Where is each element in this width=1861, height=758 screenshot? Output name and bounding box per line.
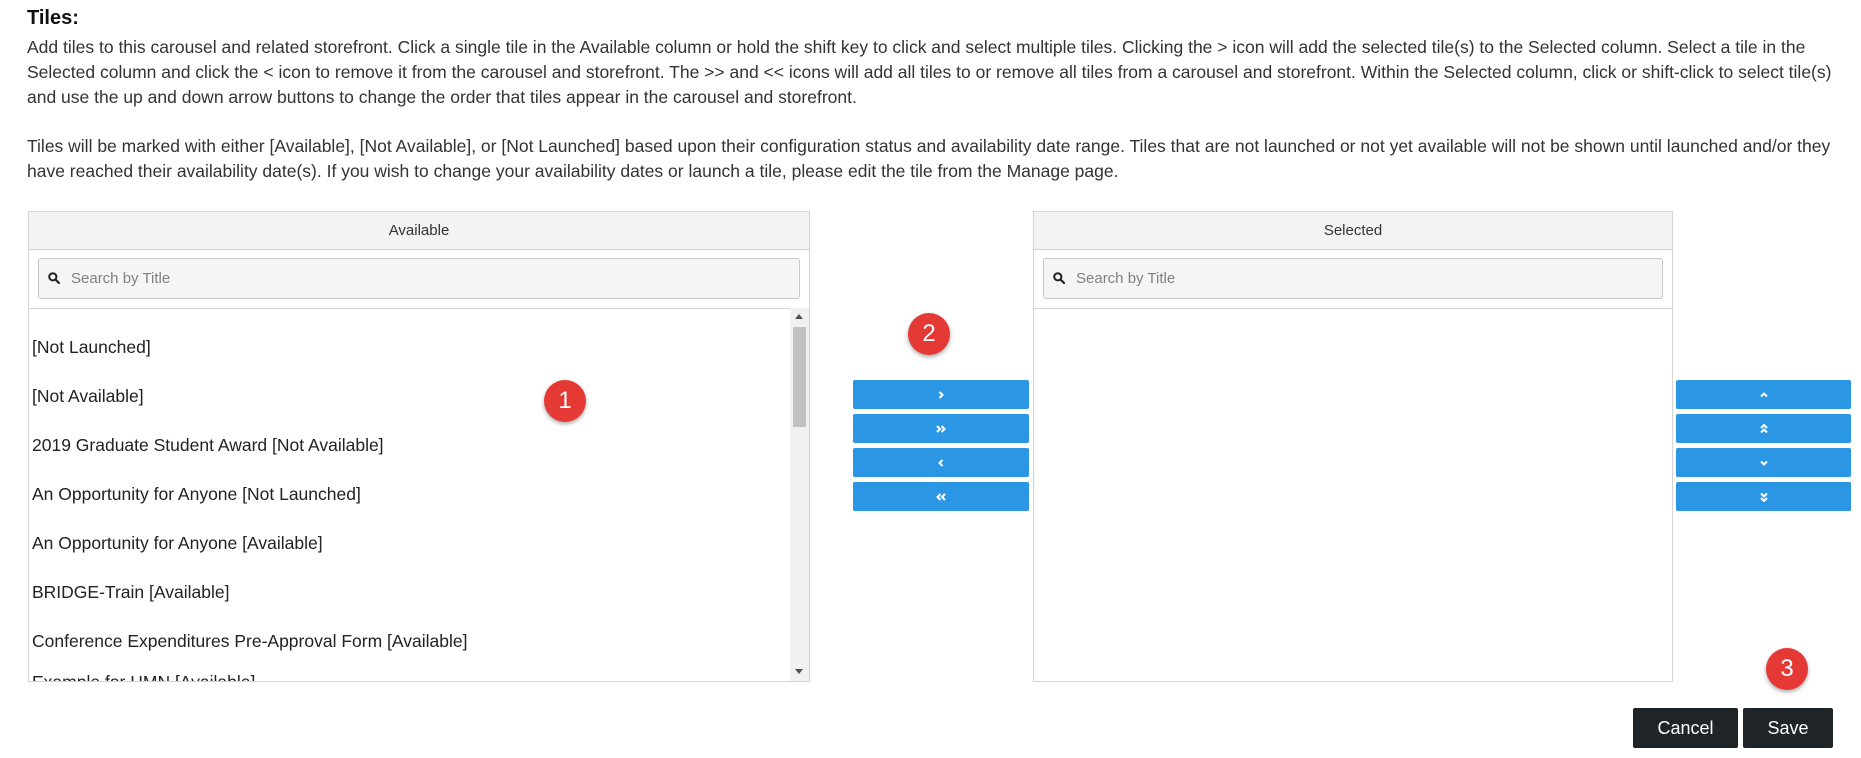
double-chevron-right-icon [936,424,946,433]
double-chevron-left-icon [936,492,946,501]
chevron-up-icon [1759,391,1768,397]
selected-panel: Selected [1033,211,1673,682]
move-up-button[interactable] [1676,380,1851,409]
move-all-right-button[interactable] [853,414,1029,443]
instructions-paragraph: Add tiles to this carousel and related s… [27,37,1832,107]
status-legend-paragraph: Tiles will be marked with either [Availa… [27,136,1831,181]
move-right-button[interactable] [853,380,1029,409]
selected-search-input[interactable] [1076,259,1656,298]
list-item[interactable]: An Opportunity for Anyone [Not Launched] [32,484,361,505]
available-panel: Available [Not Launched] [Not Available]… [28,211,810,682]
list-item[interactable]: Example for HMN [Available] [32,672,255,681]
list-item[interactable]: [Not Available] [32,386,144,407]
list-item[interactable]: 2019 Graduate Student Award [Not Availab… [32,435,384,456]
save-button[interactable]: Save [1743,708,1833,748]
scroll-up-arrow-icon[interactable] [795,314,803,319]
move-down-button[interactable] [1676,448,1851,477]
list-item[interactable]: BRIDGE-Train [Available] [32,582,229,603]
step-badge-2: 2 [908,313,950,355]
available-search-wrap [29,250,809,309]
move-bottom-button[interactable] [1676,482,1851,511]
available-header: Available [29,212,809,250]
selected-search-box[interactable] [1043,258,1663,299]
available-search-input[interactable] [71,259,793,298]
cancel-button[interactable]: Cancel [1633,708,1738,748]
list-item[interactable]: Conference Expenditures Pre-Approval For… [32,631,467,652]
step-badge-1: 1 [544,380,586,422]
selected-list[interactable] [1034,308,1672,681]
chevron-left-icon [938,458,944,467]
step-badge-3: 3 [1766,648,1808,690]
move-top-button[interactable] [1676,414,1851,443]
double-chevron-up-icon [1759,423,1768,433]
move-all-left-button[interactable] [853,482,1029,511]
scroll-down-arrow-icon[interactable] [795,669,803,674]
scroll-thumb[interactable] [793,327,806,427]
search-icon [48,272,60,284]
available-scrollbar[interactable] [790,308,809,681]
available-search-box[interactable] [38,258,800,299]
list-item[interactable]: [Not Launched] [32,337,151,358]
move-left-button[interactable] [853,448,1029,477]
available-list[interactable]: [Not Launched] [Not Available] 2019 Grad… [29,308,809,681]
chevron-right-icon [938,390,944,399]
chevron-down-icon [1759,460,1768,466]
selected-header: Selected [1034,212,1672,250]
search-icon [1053,272,1065,284]
page-heading: Tiles: [27,7,79,29]
selected-search-wrap [1034,250,1672,309]
double-chevron-down-icon [1759,492,1768,502]
list-item[interactable]: An Opportunity for Anyone [Available] [32,533,323,554]
